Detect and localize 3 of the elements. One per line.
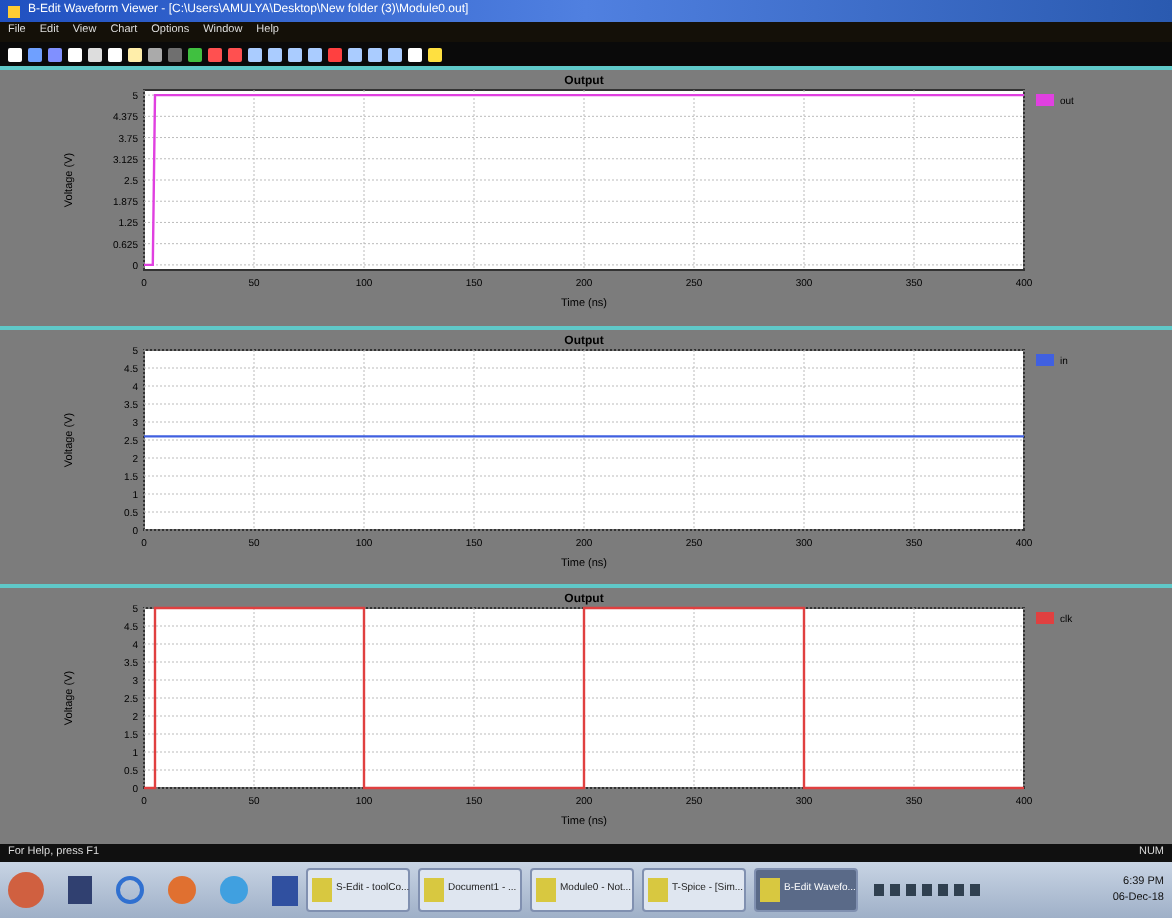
app-icon[interactable]	[272, 875, 298, 905]
start-button-icon[interactable]	[8, 872, 44, 908]
app-icon	[8, 5, 20, 17]
